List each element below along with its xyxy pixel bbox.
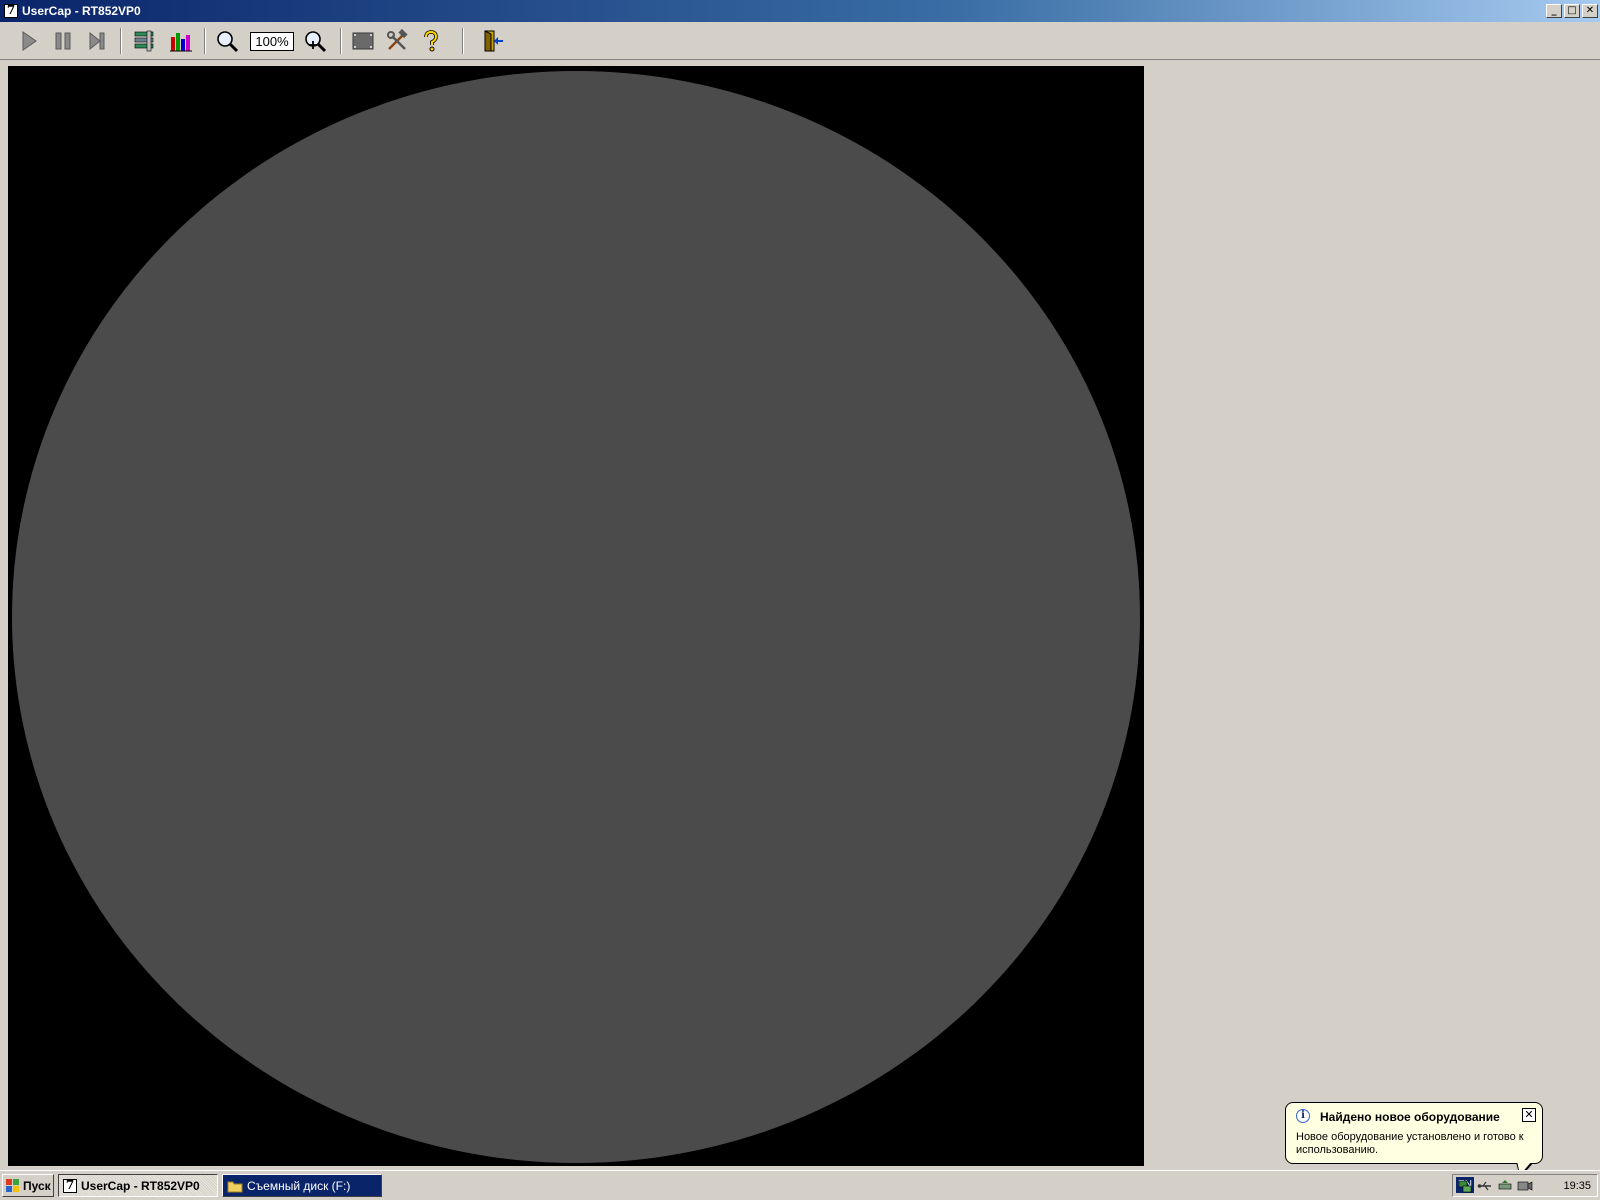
pause-icon <box>55 32 71 50</box>
toolbar-separator <box>340 28 342 54</box>
close-button[interactable]: ✕ <box>1582 4 1598 18</box>
taskbar-item-label: Съемный диск (F:) <box>247 1178 351 1193</box>
play-icon <box>22 31 37 51</box>
camera-icon[interactable] <box>1517 1178 1533 1194</box>
app-icon: 7 <box>63 1178 77 1193</box>
windows-logo-icon <box>6 1178 19 1192</box>
zoom-out-icon <box>217 31 239 53</box>
balloon-title: Найдено новое оборудование <box>1320 1110 1500 1124</box>
window-controls: _ □ ✕ <box>1546 4 1598 18</box>
toolbar-separator <box>462 28 464 54</box>
histogram-button[interactable] <box>168 28 194 54</box>
help-button[interactable] <box>418 28 444 54</box>
zoom-in-icon <box>305 31 327 53</box>
taskbar-item-usercap[interactable]: 7 UserCap - RT852VP0 <box>58 1174 218 1197</box>
zoom-in-button[interactable] <box>302 28 328 54</box>
exit-icon <box>484 30 503 52</box>
tools-button[interactable] <box>384 28 410 54</box>
film-frame-icon <box>352 32 374 50</box>
pause-button[interactable] <box>50 28 76 54</box>
window-titlebar[interactable]: 7 UserCap - RT852VP0 _ □ ✕ <box>0 0 1600 22</box>
folder-icon <box>227 1181 243 1192</box>
toolbar: 100% <box>0 22 1600 60</box>
step-forward-icon <box>89 31 105 51</box>
tools-icon <box>387 29 408 50</box>
exit-button[interactable] <box>480 28 506 54</box>
app-icon: 7 <box>4 4 18 18</box>
usb-icon[interactable] <box>1477 1178 1493 1194</box>
zoom-level-field[interactable]: 100% <box>250 32 294 51</box>
start-button[interactable]: Пуск <box>2 1174 54 1197</box>
capture-settings-button[interactable] <box>132 28 158 54</box>
taskbar: Пуск 7 UserCap - RT852VP0 Съемный диск (… <box>0 1170 1600 1200</box>
histogram-icon <box>170 33 192 52</box>
capture-settings-icon <box>134 30 154 52</box>
notification-balloon[interactable]: i Найдено новое оборудование ✕ Новое обо… <box>1285 1102 1543 1164</box>
safely-remove-icon[interactable] <box>1497 1178 1513 1194</box>
help-icon <box>424 30 438 52</box>
info-icon: i <box>1296 1109 1310 1123</box>
frame-button[interactable] <box>350 28 376 54</box>
taskbar-item-label: UserCap - RT852VP0 <box>81 1178 200 1193</box>
toolbar-separator <box>120 28 122 54</box>
zoom-out-button[interactable] <box>214 28 240 54</box>
balloon-close-button[interactable]: ✕ <box>1522 1108 1536 1122</box>
video-viewport[interactable] <box>8 66 1144 1166</box>
network-icon[interactable] <box>1457 1178 1473 1194</box>
start-label: Пуск <box>23 1178 51 1193</box>
balloon-message: Новое оборудование установлено и готово … <box>1296 1131 1524 1156</box>
maximize-button[interactable]: □ <box>1564 4 1580 18</box>
minimize-button[interactable]: _ <box>1546 4 1562 18</box>
taskbar-item-removable-disk[interactable]: Съемный диск (F:) <box>222 1174 382 1197</box>
toolbar-separator <box>204 28 206 54</box>
clock[interactable]: 19:35 <box>1563 1180 1591 1192</box>
window-title: UserCap - RT852VP0 <box>22 4 141 18</box>
system-tray: 19:35 <box>1452 1174 1598 1197</box>
play-button[interactable] <box>16 28 42 54</box>
step-forward-button[interactable] <box>84 28 110 54</box>
captured-image-disc <box>12 71 1140 1163</box>
